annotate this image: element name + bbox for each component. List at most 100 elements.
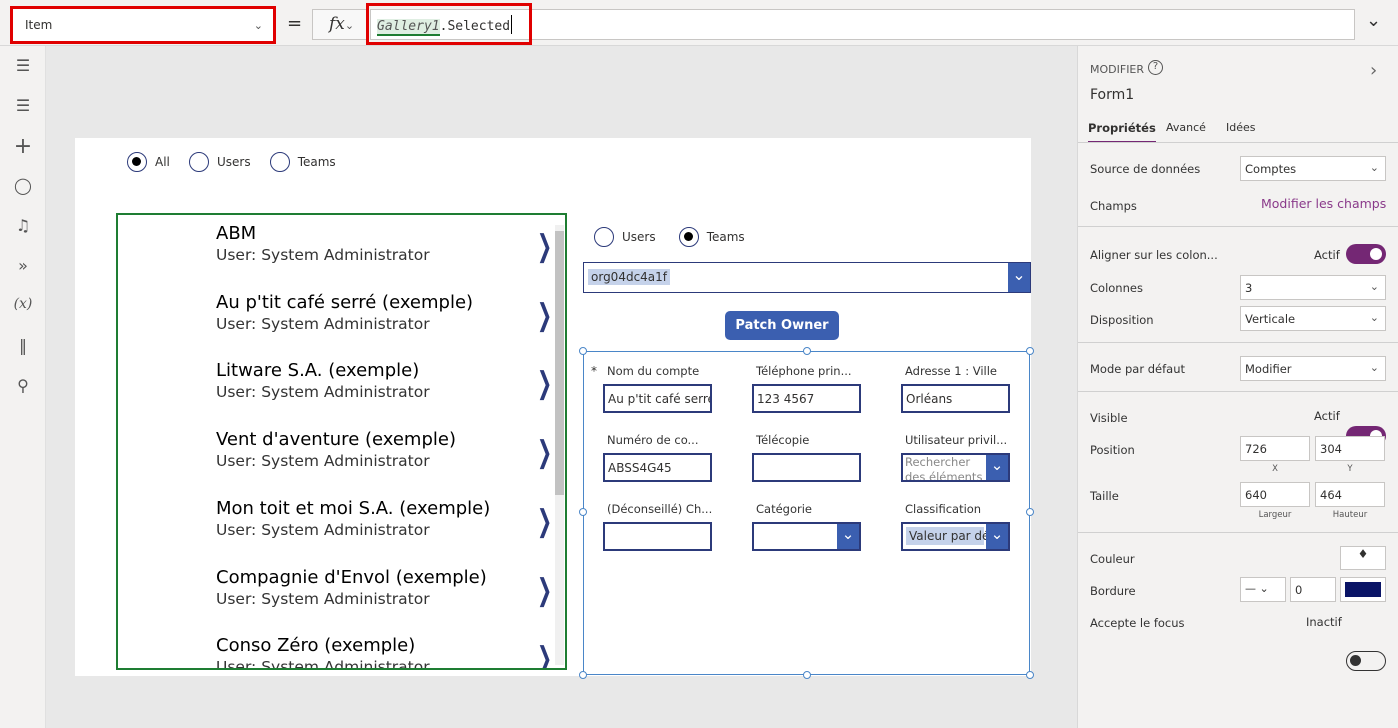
chevron-down-icon: ⌄ <box>1369 311 1379 324</box>
fx-icon: fx <box>329 14 345 34</box>
visible-state: Actif <box>1314 409 1340 423</box>
gallery-item-subtitle: User: System Administrator <box>216 520 430 539</box>
edit-form[interactable]: * Nom du compte Au p'tit café serré Téléph… <box>579 347 1034 679</box>
chevron-right-icon[interactable]: ❯ <box>537 435 552 470</box>
gallery-item[interactable]: Litware S.A. (exemple) User: System Admi… <box>216 360 546 401</box>
layout-dropdown[interactable]: Verticale ⌄ <box>1240 306 1386 331</box>
mode-label: Mode par défaut <box>1090 362 1185 376</box>
gallery-item[interactable]: Mon toit et moi S.A. (exemple) User: Sys… <box>216 498 546 539</box>
field-input[interactable]: Orléans <box>901 384 1010 413</box>
gallery-item[interactable]: Conso Zéro (exemple) User: System Admini… <box>216 635 546 670</box>
properties-panel: MODIFIER ? › Form1 Propriétés Avancé Idé… <box>1077 46 1398 728</box>
chevron-down-icon[interactable]: ⌄ <box>1008 263 1030 292</box>
paint-bucket-icon[interactable]: ♦ <box>1340 546 1386 570</box>
border-width-input[interactable]: 0 <box>1290 577 1336 602</box>
position-label: Position <box>1090 443 1135 457</box>
tools-icon[interactable]: ‖ <box>0 336 46 355</box>
mode-dropdown[interactable]: Modifier ⌄ <box>1240 356 1386 381</box>
media-icon[interactable]: ♫ <box>0 216 46 235</box>
snap-toggle[interactable] <box>1346 244 1386 264</box>
radio-all[interactable]: All <box>127 151 170 172</box>
edit-fields-link[interactable]: Modifier les champs <box>1261 196 1386 211</box>
field-label: (Déconseillé) Ch... <box>607 502 713 516</box>
field-label: Utilisateur privil... <box>905 433 1008 447</box>
expand-formula-icon[interactable]: ⌄ <box>1366 10 1381 31</box>
chevron-right-icon[interactable]: › <box>1370 60 1377 81</box>
gallery-item-title: ABM <box>216 223 257 244</box>
columns-dropdown[interactable]: 3 ⌄ <box>1240 275 1386 300</box>
control-name: Form1 <box>1090 87 1135 103</box>
chevron-right-icon[interactable]: ❯ <box>537 229 552 264</box>
chevron-right-icon[interactable]: ❯ <box>537 573 552 608</box>
field-input[interactable]: ABSS4G45 <box>603 453 712 482</box>
field-dropdown[interactable]: ⌄ <box>752 522 861 551</box>
radio-teams[interactable]: Teams <box>269 151 336 172</box>
formula-highlight: Gallery1.Selected <box>366 3 532 45</box>
gallery-item[interactable]: Vent d'aventure (exemple) User: System A… <box>216 429 546 470</box>
gallery-item[interactable]: Au p'tit café serré (exemple) User: Syst… <box>216 292 546 333</box>
data-icon[interactable]: ◯ <box>0 176 46 195</box>
chevron-down-icon: ⌄ <box>253 19 263 32</box>
field-input[interactable]: Au p'tit café serré <box>603 384 712 413</box>
owner-dropdown[interactable]: org04dc4a1f ⌄ <box>583 262 1031 293</box>
gallery-item-subtitle: User: System Administrator <box>216 246 430 264</box>
chevron-down-icon: ⌄ <box>986 524 1008 549</box>
width-input[interactable]: 640 <box>1240 482 1310 507</box>
focus-toggle[interactable] <box>1346 651 1386 671</box>
field-combobox[interactable]: Rechercher des éléments ⌄ <box>901 453 1010 482</box>
tab-proprietes[interactable]: Propriétés <box>1088 121 1156 143</box>
help-icon[interactable]: ? <box>1148 60 1163 75</box>
radio-users[interactable]: Users <box>594 226 656 247</box>
x-label: X <box>1272 464 1278 474</box>
chevron-right-icon[interactable]: ❯ <box>537 504 552 539</box>
x-input[interactable]: 726 <box>1240 436 1310 461</box>
gallery-item-title: Conso Zéro (exemple) <box>216 635 416 657</box>
variables-icon[interactable]: (x) <box>0 296 46 312</box>
border-color-picker[interactable] <box>1340 577 1386 602</box>
flows-icon[interactable]: » <box>0 256 46 275</box>
chevron-right-icon[interactable]: ❯ <box>537 641 552 668</box>
focus-state: Inactif <box>1306 615 1342 629</box>
gallery-item-subtitle: User: System Administrator <box>216 452 430 471</box>
chevron-down-icon: ⌄ <box>1369 280 1379 293</box>
plus-icon[interactable]: + <box>0 134 46 159</box>
field-input[interactable] <box>603 522 712 551</box>
radio-teams[interactable]: Teams <box>678 226 745 247</box>
patch-owner-button[interactable]: Patch Owner <box>725 311 839 340</box>
chevron-right-icon[interactable]: ❯ <box>537 298 552 333</box>
field-label: Catégorie <box>756 502 812 516</box>
source-dropdown[interactable]: Comptes ⌄ <box>1240 156 1386 181</box>
gallery-item-subtitle: User: System Administrator <box>216 658 430 670</box>
field-label: Nom du compte <box>607 364 700 378</box>
gallery-item-subtitle: User: System Administrator <box>216 314 430 333</box>
gallery-item[interactable]: Compagnie d'Envol (exemple) User: System… <box>216 567 546 608</box>
gallery-item-title: Vent d'aventure (exemple) <box>216 429 456 451</box>
menu-icon[interactable]: ☰ <box>0 56 46 75</box>
tab-avance[interactable]: Avancé <box>1166 121 1206 134</box>
field-dropdown[interactable]: Valeur par dé ⌄ <box>901 522 1010 551</box>
border-style-dropdown[interactable]: — ⌄ <box>1240 577 1286 602</box>
y-input[interactable]: 304 <box>1315 436 1385 461</box>
required-mark: * <box>591 364 597 378</box>
fx-button[interactable]: fx⌄ <box>312 9 368 40</box>
scrollbar[interactable] <box>555 225 564 665</box>
tab-idees[interactable]: Idées <box>1226 121 1256 134</box>
field-input[interactable]: 123 4567 <box>752 384 861 413</box>
owner-dropdown-value: org04dc4a1f <box>588 269 671 285</box>
y-label: Y <box>1347 464 1353 474</box>
field-label: Adresse 1 : Ville <box>905 364 998 378</box>
search-icon[interactable]: ⚲ <box>0 376 46 395</box>
height-input[interactable]: 464 <box>1315 482 1385 507</box>
layers-icon[interactable]: ☰ <box>0 96 46 115</box>
radio-users[interactable]: Users <box>188 151 251 172</box>
property-dropdown[interactable]: Item ⌄ <box>10 6 276 44</box>
chevron-right-icon[interactable]: ❯ <box>537 366 552 401</box>
formula-reference: Gallery1 <box>377 19 440 36</box>
panel-type: MODIFIER <box>1090 63 1145 76</box>
scrollbar-thumb[interactable] <box>555 231 564 495</box>
field-input[interactable] <box>752 453 861 482</box>
width-label: Largeur <box>1258 510 1292 520</box>
gallery-item[interactable]: ABM User: System Administrator <box>216 223 546 264</box>
visible-label: Visible <box>1090 411 1128 425</box>
gallery[interactable]: ABM User: System Administrator ❯ Au p'ti… <box>116 213 567 670</box>
